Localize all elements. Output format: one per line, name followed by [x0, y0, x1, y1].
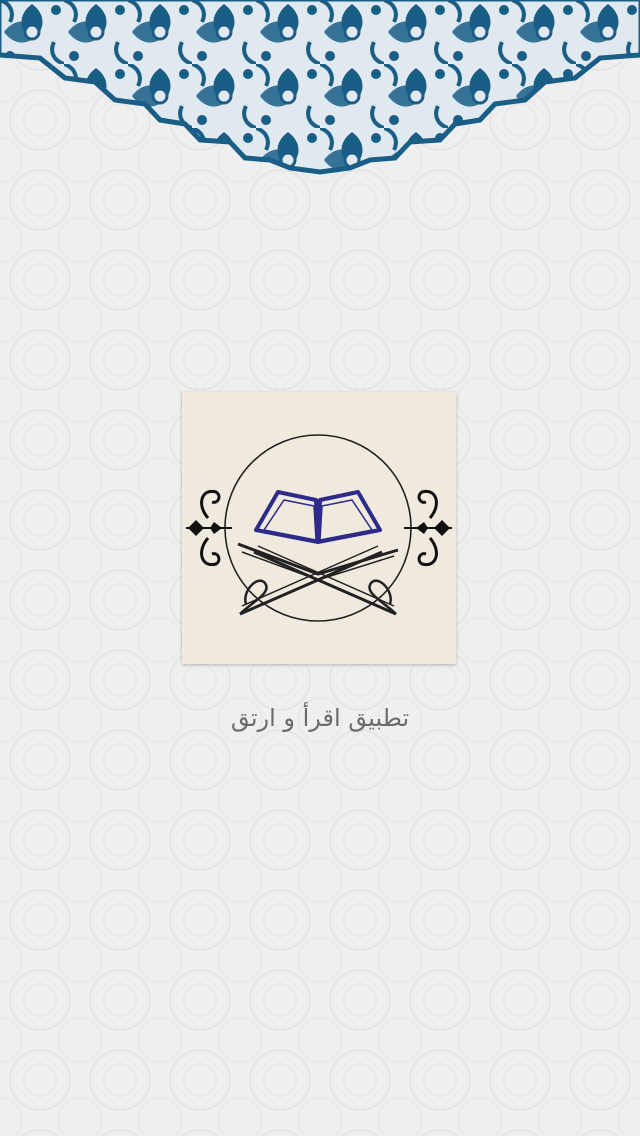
quran-on-stand-icon: [186, 434, 452, 622]
splash-screen: تطبيق اقرأ و ارتق: [0, 0, 640, 1136]
app-logo: [182, 392, 456, 664]
top-ornament: [0, 0, 640, 175]
app-name-label: تطبيق اقرأ و ارتق: [230, 704, 410, 732]
